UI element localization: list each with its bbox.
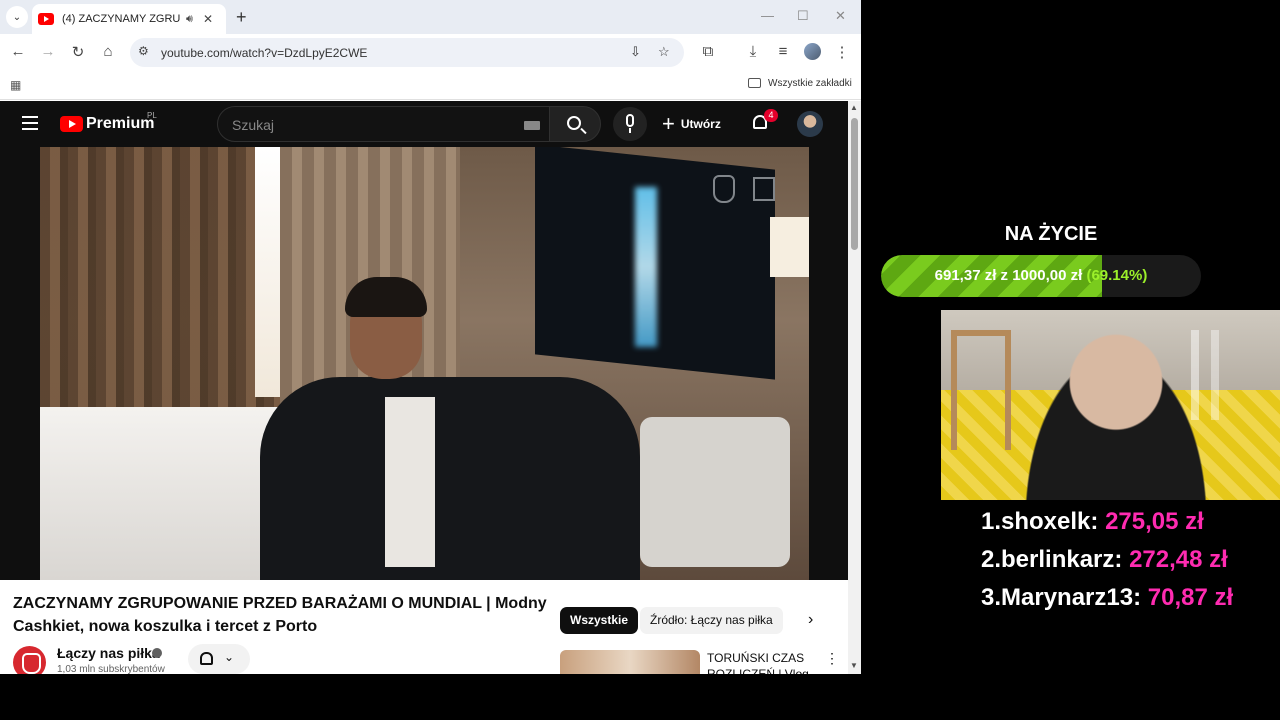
search-button[interactable] (549, 106, 601, 142)
youtube-favicon-icon (38, 13, 54, 25)
subscription-bell-button[interactable]: ⌄ (188, 644, 250, 674)
address-bar[interactable]: ⚙ youtube.com/watch?v=DzdLpyE2CWE ⇩ ☆ (130, 38, 684, 67)
video-frame[interactable] (40, 147, 809, 580)
youtube-page: Premium PL Szukaj + Utwórz 4 ZACZYNAMY Z… (0, 101, 848, 674)
search-icon (567, 116, 581, 130)
browser-toolbar: ← → ↻ ⌂ ⚙ youtube.com/watch?v=DzdLpyE2CW… (0, 34, 861, 72)
leaderboard-amount: 70,87 zł (1147, 584, 1234, 611)
close-window-icon[interactable]: ✕ (835, 8, 846, 24)
folder-icon (748, 78, 761, 88)
scrollbar[interactable]: ▲ ▼ (848, 101, 861, 674)
leaderboard-row: 2.berlinkarz: 272,48 zł (981, 546, 1280, 584)
leaderboard-rank: 3. (981, 584, 1002, 611)
subscriber-count: 1,03 mln subskrybentów (57, 664, 165, 674)
leaderboard-name: berlinkarz: (1001, 546, 1123, 573)
goal-target: 1000,00 zł (1012, 267, 1083, 284)
chevron-right-icon[interactable]: › (808, 611, 813, 629)
home-icon[interactable]: ⌂ (98, 43, 118, 60)
back-arrow-icon[interactable]: ← (8, 43, 28, 60)
goal-connector: z (1000, 267, 1009, 284)
leaderboard-name: Marynarz13: (1001, 584, 1142, 611)
close-icon[interactable]: ✕ (203, 12, 213, 26)
bell-icon (200, 652, 213, 665)
chip-all[interactable]: Wszystkie (560, 607, 639, 634)
menu-icon[interactable] (22, 116, 38, 130)
goal-percent: (69.14%) (1086, 267, 1148, 284)
site-info-icon[interactable]: ⚙ (138, 44, 149, 58)
region-code: PL (147, 111, 157, 120)
video-info: ZACZYNAMY ZGRUPOWANIE PRZED BARAŻAMI O M… (0, 580, 848, 674)
channel-avatar[interactable] (13, 646, 46, 674)
minimize-icon[interactable]: — (761, 8, 774, 23)
leaderboard-row: 1.shoxelk: 275,05 zł (981, 508, 1280, 546)
notifications-button[interactable]: 4 (752, 109, 778, 132)
all-bookmarks-label[interactable]: Wszystkie zakładki (768, 78, 852, 89)
media-control-icon[interactable]: ≡ (773, 43, 793, 60)
create-label: Utwórz (680, 117, 721, 131)
avatar[interactable] (797, 111, 823, 137)
youtube-logo-icon[interactable] (60, 116, 83, 132)
leaderboard-name: shoxelk: (1001, 508, 1099, 535)
chevron-down-icon: ⌄ (12, 11, 22, 23)
voice-search-button[interactable] (613, 107, 647, 141)
microphone-icon (626, 114, 634, 127)
scrollbar-thumb[interactable] (851, 118, 858, 250)
channel-watermark-icon (713, 175, 735, 203)
watermark-badge-icon (753, 177, 775, 201)
tab-strip: ⌄ (4) ZACZYNAMY ZGRUPOWANIE 🔊︎ ✕ + — ☐ ✕ (0, 0, 861, 34)
url-text[interactable]: youtube.com/watch?v=DzdLpyE2CWE (161, 46, 367, 60)
new-tab-plus-icon[interactable]: + (236, 7, 247, 28)
donor-leaderboard: 1.shoxelk: 275,05 zł 2.berlinkarz: 272,4… (981, 508, 1280, 622)
video-title: ZACZYNAMY ZGRUPOWANIE PRZED BARAŻAMI O M… (13, 595, 547, 635)
stream-overlay: NA ŻYCIE 691,37 zł z 1000,00 zł (69.14%)… (861, 0, 1280, 720)
search-placeholder: Szukaj (232, 117, 275, 133)
install-app-icon[interactable]: ⇩ (630, 44, 641, 60)
leaderboard-amount: 275,05 zł (1105, 508, 1204, 535)
profile-avatar[interactable] (804, 43, 821, 60)
chip-source[interactable]: Źródło: Łączy nas piłka (640, 607, 783, 634)
goal-title: NA ŻYCIE (1004, 223, 1098, 245)
menu-dots-icon[interactable]: ⋮ (832, 43, 852, 61)
channel-name[interactable]: Łączy nas piłka (57, 645, 160, 661)
active-tab[interactable]: (4) ZACZYNAMY ZGRUPOWANIE 🔊︎ ✕ (32, 4, 226, 34)
verified-icon (152, 648, 162, 658)
recommendation-thumbnail[interactable] (560, 650, 700, 674)
reload-icon[interactable]: ↻ (68, 43, 88, 61)
leaderboard-row: 3.Marynarz13: 70,87 zł (981, 584, 1280, 622)
goal-text: 691,37 zł z 1000,00 zł (69.14%) (881, 267, 1201, 284)
youtube-header: Premium PL Szukaj + Utwórz 4 (0, 101, 848, 147)
search-input[interactable]: Szukaj (217, 106, 550, 142)
apps-grid-icon[interactable]: ▦ (10, 78, 21, 92)
scroll-down-arrow-icon[interactable]: ▼ (850, 661, 858, 670)
plus-icon: + (662, 111, 675, 136)
download-icon[interactable]: ⤓ (743, 43, 763, 60)
keyboard-icon[interactable] (524, 121, 540, 130)
chevron-down-icon: ⌄ (224, 650, 235, 664)
create-button[interactable]: + Utwórz (662, 112, 721, 136)
goal-current: 691,37 zł (934, 267, 997, 284)
leaderboard-amount: 272,48 zł (1129, 546, 1228, 573)
recommendation-title[interactable]: TORUŃSKI CZAS ROZLICZEŃ | Vlog (707, 650, 817, 674)
video-player[interactable] (0, 147, 848, 580)
extensions-icon[interactable]: ⧉ (698, 43, 718, 60)
tab-search-button[interactable]: ⌄ (6, 6, 28, 28)
speaker-icon[interactable]: 🔊︎ (186, 13, 193, 26)
bookmarks-bar: ▦ Wszystkie zakładki (0, 72, 861, 100)
scroll-up-arrow-icon[interactable]: ▲ (850, 103, 858, 112)
webcam-feed (941, 310, 1280, 500)
forward-arrow-icon[interactable]: → (38, 43, 58, 60)
maximize-icon[interactable]: ☐ (797, 8, 809, 24)
screen: ⌄ (4) ZACZYNAMY ZGRUPOWANIE 🔊︎ ✕ + — ☐ ✕… (0, 0, 1280, 720)
browser-window: ⌄ (4) ZACZYNAMY ZGRUPOWANIE 🔊︎ ✕ + — ☐ ✕… (0, 0, 861, 674)
donation-goal-bar: 691,37 zł z 1000,00 zł (69.14%) (881, 255, 1201, 297)
notification-badge: 4 (764, 109, 778, 122)
leaderboard-rank: 2. (981, 546, 1002, 573)
bookmark-star-icon[interactable]: ☆ (658, 44, 670, 60)
leaderboard-rank: 1. (981, 508, 1002, 535)
tab-title: (4) ZACZYNAMY ZGRUPOWANIE (62, 13, 180, 25)
more-options-icon[interactable]: ⋮ (825, 650, 839, 667)
youtube-brand[interactable]: Premium (86, 115, 154, 133)
